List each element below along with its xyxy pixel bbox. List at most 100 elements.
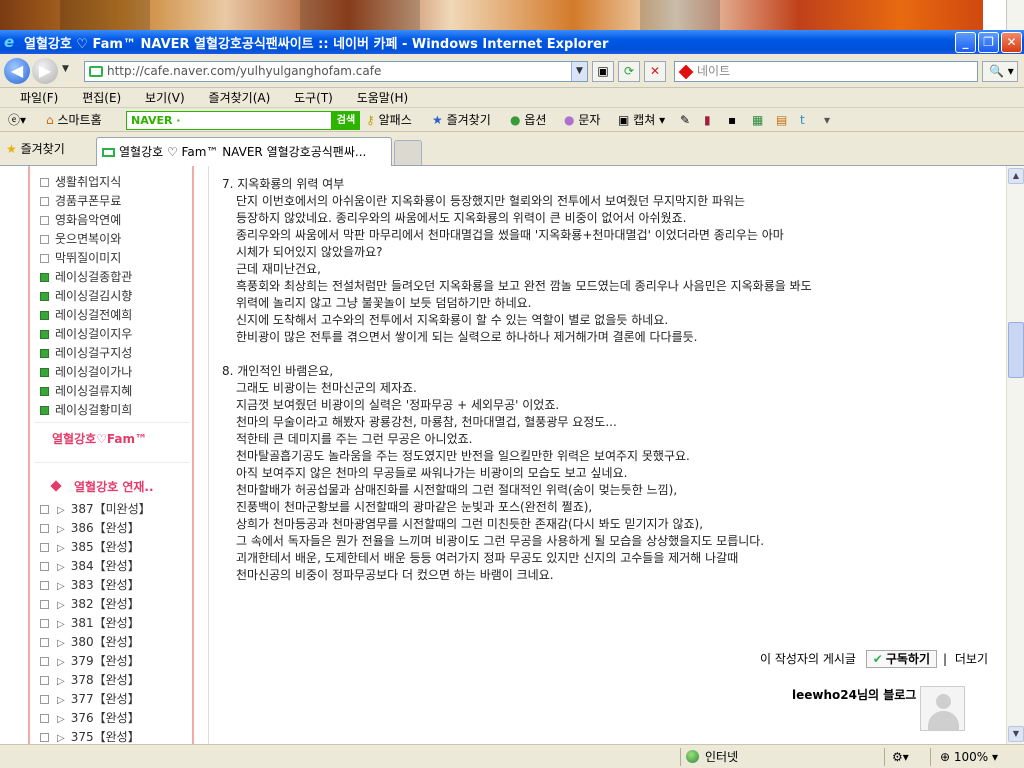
tab-page-icon xyxy=(102,148,115,157)
ie-options-icon[interactable]: ⓔ▾ xyxy=(8,111,26,129)
more-tools-icon[interactable]: ▾ xyxy=(824,111,830,129)
sidebar-episode-item[interactable]: ▷ 387【미완성】 xyxy=(40,501,151,519)
favorites-toolbar-button[interactable]: ★ 즐겨찾기 xyxy=(432,111,491,129)
twitter-icon[interactable]: t xyxy=(800,111,805,129)
sidebar-menu-item[interactable]: 레이싱걸이지우 xyxy=(40,326,132,342)
options-button[interactable]: ● 옵션 xyxy=(510,111,546,129)
address-input[interactable]: http://cafe.naver.com/yulhyulganghofam.c… xyxy=(84,61,588,82)
tab-active[interactable]: 열혈강호 ♡ Fam™ NAVER 열혈강호공식팬싸... xyxy=(96,137,392,166)
post-line: 신지에 도착해서 고수와의 전투에서 지옥화룡이 할 수 있는 역할이 별로 없… xyxy=(236,313,669,327)
sidebar-menu-item[interactable]: 영화음악연예 xyxy=(40,212,121,228)
security-zone[interactable]: 인터넷 xyxy=(686,749,738,765)
sidebar-episode-item[interactable]: ▷ 380【완성】 xyxy=(40,634,140,652)
scroll-thumb[interactable] xyxy=(1008,322,1024,378)
calendar-icon[interactable]: ▦ xyxy=(752,111,763,129)
zoom-icon: ⊕ xyxy=(940,750,951,764)
sidebar-episode-item[interactable]: ▷ 381【완성】 xyxy=(40,615,140,633)
window-title-bar: e 열혈강호 ♡ Fam™ NAVER 열혈강호공식팬싸이트 :: 네이버 카페… xyxy=(0,30,1024,54)
zoom-control[interactable]: ⊕ 100% ▾ xyxy=(940,749,998,765)
favorites-button[interactable]: ★ 즐겨찾기 xyxy=(6,141,65,157)
sidebar-menu-item[interactable]: 웃으면복이와 xyxy=(40,231,121,247)
sidebar-episode-item[interactable]: ▷ 375【완성】 xyxy=(40,729,140,744)
alpass-button[interactable]: ⚷ 알패스 xyxy=(366,111,412,129)
note-icon[interactable]: ▤ xyxy=(776,111,787,129)
broom-icon[interactable]: ✎ xyxy=(680,111,690,129)
menu-view[interactable]: 보기(V) xyxy=(145,91,185,105)
sidebar-episode-item[interactable]: ▷ 384【완성】 xyxy=(40,558,140,576)
save-icon[interactable]: ▪ xyxy=(728,111,736,129)
sidebar-menu-label: 영화음악연예 xyxy=(55,213,122,227)
history-dropdown-icon[interactable]: ▼ xyxy=(62,64,69,74)
sidebar-episode-item[interactable]: ▷ 382【완성】 xyxy=(40,596,140,614)
refresh-icon[interactable]: ⟳ xyxy=(618,61,640,82)
sidebar-episode-item[interactable]: ▷ 383【완성】 xyxy=(40,577,140,595)
favorites-label: 즐겨찾기 xyxy=(20,142,65,156)
section-7-heading: 7. 지옥화룡의 위력 여부 xyxy=(222,177,345,191)
post-line: 천마의 무술이라고 해봤자 광룡강천, 마룡참, 천마대멸겁, 혈풍광무 요정도… xyxy=(236,415,617,429)
search-input[interactable]: 네이트 xyxy=(674,61,978,82)
naver-search-input[interactable]: NAVER · xyxy=(126,111,332,130)
menu-help[interactable]: 도움말(H) xyxy=(357,91,409,105)
avatar[interactable] xyxy=(920,686,965,731)
post-line: 천마할배가 허공섭물과 삼매진화를 시전할때의 그런 절대적인 위력(숨이 멎는… xyxy=(236,483,678,497)
smart-home-button[interactable]: ⌂ 스마트홈 xyxy=(46,111,102,129)
sidebar-menu-item[interactable]: 레이싱걸류지혜 xyxy=(40,383,132,399)
protected-mode-icon[interactable]: ⚙▾ xyxy=(892,749,909,765)
sidebar-episode-item[interactable]: ▷ 379【완성】 xyxy=(40,653,140,671)
minimize-button[interactable]: _ xyxy=(955,32,976,53)
author-posts-label: 이 작성자의 게시글 xyxy=(760,652,856,666)
naver-search-button[interactable]: 검색 xyxy=(332,111,360,130)
sidebar-episode-item[interactable]: ▷ 378【완성】 xyxy=(40,672,140,690)
forward-button[interactable]: ▶ xyxy=(32,58,58,84)
sidebar-menu-item[interactable]: 막뛰질이미지 xyxy=(40,250,121,266)
scroll-down-icon[interactable]: ▼ xyxy=(1008,726,1024,742)
search-button[interactable]: 🔍 ▾ xyxy=(982,61,1018,82)
home-icon: ⌂ xyxy=(46,113,54,127)
sidebar-menu-label: 경품쿠폰무료 xyxy=(55,194,122,208)
board-icon xyxy=(40,581,49,590)
new-tab-button[interactable] xyxy=(394,140,422,165)
favorites-star-icon: ★ xyxy=(6,142,17,156)
sms-button[interactable]: ● 문자 xyxy=(564,111,600,129)
sidebar-fam-link[interactable]: 열혈강호♡Fam™ xyxy=(52,430,147,447)
sms-label: 문자 xyxy=(578,113,601,127)
board-icon xyxy=(40,619,49,628)
menu-tools[interactable]: 도구(T) xyxy=(294,91,333,105)
back-button[interactable]: ◀ xyxy=(4,58,30,84)
scroll-up-icon[interactable]: ▲ xyxy=(1008,168,1024,184)
sidebar-episode-item[interactable]: ▷ 377【완성】 xyxy=(40,691,140,709)
sidebar-episode-item[interactable]: ▷ 385【완성】 xyxy=(40,539,140,557)
stop-icon[interactable]: ✕ xyxy=(644,61,666,82)
sidebar-serial-heading[interactable]: 열혈강호 연재.. xyxy=(50,478,154,495)
banner-scrollbar[interactable] xyxy=(1006,0,1024,30)
menu-edit[interactable]: 편집(E) xyxy=(82,91,121,105)
sidebar-menu-item[interactable]: 레이싱걸김시향 xyxy=(40,288,132,304)
page-scrollbar[interactable]: ▲ ▼ xyxy=(1006,166,1024,744)
more-link[interactable]: 더보기 xyxy=(955,652,988,666)
board-icon xyxy=(40,733,49,742)
menu-file[interactable]: 파일(F) xyxy=(20,91,58,105)
address-dropdown-icon[interactable]: ▼ xyxy=(571,62,587,81)
sidebar-episode-item[interactable]: ▷ 376【완성】 xyxy=(40,710,140,728)
restore-button[interactable]: ❐ xyxy=(978,32,999,53)
sidebar-menu-item[interactable]: 경품쿠폰무료 xyxy=(40,193,121,209)
sidebar-menu-item[interactable]: 레이싱걸구지성 xyxy=(40,345,132,361)
blog-link[interactable]: leewho24님의 블로그 xyxy=(792,686,916,703)
board-image-icon xyxy=(40,406,49,415)
sidebar-menu-item[interactable]: 레이싱걸황미희 xyxy=(40,402,132,418)
sidebar-menu-item[interactable]: 레이싱걸전예희 xyxy=(40,307,132,323)
menu-favorites[interactable]: 즐겨찾기(A) xyxy=(209,91,271,105)
sidebar-menu-item[interactable]: 생활취업지식 xyxy=(40,174,121,190)
sidebar-menu-item[interactable]: 레이싱걸종합관 xyxy=(40,269,132,285)
sidebar-menu-item[interactable]: 레이싱걸이가나 xyxy=(40,364,132,380)
sidebar-menu-label: 레이싱걸류지혜 xyxy=(55,384,133,398)
book-icon[interactable]: ▮ xyxy=(704,111,711,129)
post-line: 상희가 천마등공과 천마광염무를 시전할때의 그런 미친듯한 존재감(다시 봐도… xyxy=(236,517,704,531)
capture-button[interactable]: ▣ 캡쳐 ▾ xyxy=(618,111,665,129)
close-button[interactable]: ✕ xyxy=(1001,32,1022,53)
sidebar-episode-item[interactable]: ▷ 386【완성】 xyxy=(40,520,140,538)
compatibility-view-icon[interactable]: ▣ xyxy=(592,61,614,82)
post-line: 괴개한테서 배운, 도제한테서 배운 등등 여러가지 정파 무공도 있지만 신지… xyxy=(236,551,739,565)
subscribe-button[interactable]: ✔ 구독하기 xyxy=(865,650,938,668)
board-image-icon xyxy=(40,273,49,282)
